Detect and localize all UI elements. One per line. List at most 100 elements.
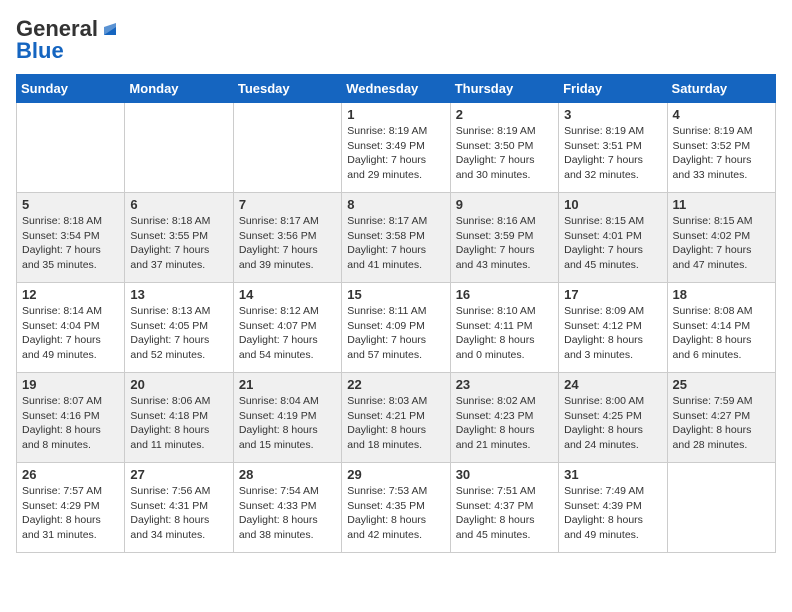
calendar-day-cell: 20Sunrise: 8:06 AM Sunset: 4:18 PM Dayli… <box>125 373 233 463</box>
calendar-weekday-header: Saturday <box>667 75 775 103</box>
day-info: Sunrise: 8:18 AM Sunset: 3:54 PM Dayligh… <box>22 214 119 273</box>
day-number: 30 <box>456 467 553 482</box>
calendar-week-row: 26 Sunrise: 7:57 AM Sunset: 4:29 PM Dayli… <box>17 463 776 553</box>
day-info: Sunrise: 7:56 AM Sunset: 4:31 PM Dayligh… <box>130 484 227 543</box>
day-number: 21 <box>239 377 336 392</box>
day-number: 10 <box>564 197 661 212</box>
day-number: 13 <box>130 287 227 302</box>
calendar-day-cell: 6 Sunrise: 8:18 AM Sunset: 3:55 PM Daylig… <box>125 193 233 283</box>
day-info: Sunrise: 8:11 AM Sunset: 4:09 PM Dayligh… <box>347 304 444 363</box>
calendar-day-cell: 12Sunrise: 8:14 AM Sunset: 4:04 PM Dayli… <box>17 283 125 373</box>
day-number: 23 <box>456 377 553 392</box>
day-number: 7 <box>239 197 336 212</box>
day-info: Sunrise: 7:54 AM Sunset: 4:33 PM Dayligh… <box>239 484 336 543</box>
day-number: 29 <box>347 467 444 482</box>
calendar-week-row: 19 Sunrise: 8:07 AM Sunset: 4:16 PM Dayli… <box>17 373 776 463</box>
day-number: 31 <box>564 467 661 482</box>
calendar-week-row: 1Sunrise: 8:19 AM Sunset: 3:49 PM Daylig… <box>17 103 776 193</box>
day-info: Sunrise: 8:18 AM Sunset: 3:55 PM Dayligh… <box>130 214 227 273</box>
day-number: 19 <box>22 377 119 392</box>
calendar-day-cell: 23 Sunrise: 8:02 AM Sunset: 4:23 PM Dayli… <box>450 373 558 463</box>
day-number: 6 <box>130 197 227 212</box>
day-number: 1 <box>347 107 444 122</box>
calendar-day-cell: 17 Sunrise: 8:09 AM Sunset: 4:12 PM Dayli… <box>559 283 667 373</box>
calendar-day-cell <box>17 103 125 193</box>
day-number: 8 <box>347 197 444 212</box>
calendar-day-cell: 8 Sunrise: 8:17 AM Sunset: 3:58 PM Daylig… <box>342 193 450 283</box>
calendar-day-cell: 19 Sunrise: 8:07 AM Sunset: 4:16 PM Dayli… <box>17 373 125 463</box>
day-number: 26 <box>22 467 119 482</box>
calendar-day-cell: 1Sunrise: 8:19 AM Sunset: 3:49 PM Daylig… <box>342 103 450 193</box>
day-info: Sunrise: 8:00 AM Sunset: 4:25 PM Dayligh… <box>564 394 661 453</box>
calendar-day-cell: 3 Sunrise: 8:19 AM Sunset: 3:51 PM Daylig… <box>559 103 667 193</box>
calendar-weekday-header: Sunday <box>17 75 125 103</box>
day-info: Sunrise: 8:17 AM Sunset: 3:56 PM Dayligh… <box>239 214 336 273</box>
day-number: 5 <box>22 197 119 212</box>
calendar-day-cell: 28 Sunrise: 7:54 AM Sunset: 4:33 PM Dayli… <box>233 463 341 553</box>
calendar-week-row: 12Sunrise: 8:14 AM Sunset: 4:04 PM Dayli… <box>17 283 776 373</box>
day-number: 20 <box>130 377 227 392</box>
calendar-day-cell: 30 Sunrise: 7:51 AM Sunset: 4:37 PM Dayli… <box>450 463 558 553</box>
calendar-day-cell: 25Sunrise: 7:59 AM Sunset: 4:27 PM Dayli… <box>667 373 775 463</box>
day-number: 4 <box>673 107 770 122</box>
calendar-day-cell: 15Sunrise: 8:11 AM Sunset: 4:09 PM Dayli… <box>342 283 450 373</box>
day-info: Sunrise: 8:07 AM Sunset: 4:16 PM Dayligh… <box>22 394 119 453</box>
calendar-day-cell: 11 Sunrise: 8:15 AM Sunset: 4:02 PM Dayli… <box>667 193 775 283</box>
day-info: Sunrise: 8:08 AM Sunset: 4:14 PM Dayligh… <box>673 304 770 363</box>
day-number: 9 <box>456 197 553 212</box>
calendar-day-cell: 26 Sunrise: 7:57 AM Sunset: 4:29 PM Dayli… <box>17 463 125 553</box>
day-info: Sunrise: 8:04 AM Sunset: 4:19 PM Dayligh… <box>239 394 336 453</box>
day-info: Sunrise: 8:02 AM Sunset: 4:23 PM Dayligh… <box>456 394 553 453</box>
calendar-weekday-header: Friday <box>559 75 667 103</box>
calendar-weekday-header: Monday <box>125 75 233 103</box>
calendar-day-cell <box>667 463 775 553</box>
calendar-day-cell: 2Sunrise: 8:19 AM Sunset: 3:50 PM Daylig… <box>450 103 558 193</box>
calendar-day-cell <box>125 103 233 193</box>
day-number: 3 <box>564 107 661 122</box>
calendar-weekday-header: Wednesday <box>342 75 450 103</box>
day-number: 24 <box>564 377 661 392</box>
day-info: Sunrise: 8:17 AM Sunset: 3:58 PM Dayligh… <box>347 214 444 273</box>
day-number: 2 <box>456 107 553 122</box>
calendar-table: SundayMondayTuesdayWednesdayThursdayFrid… <box>16 74 776 553</box>
calendar-week-row: 5 Sunrise: 8:18 AM Sunset: 3:54 PM Daylig… <box>17 193 776 283</box>
calendar-day-cell <box>233 103 341 193</box>
calendar-day-cell: 14 Sunrise: 8:12 AM Sunset: 4:07 PM Dayli… <box>233 283 341 373</box>
day-info: Sunrise: 8:12 AM Sunset: 4:07 PM Dayligh… <box>239 304 336 363</box>
day-info: Sunrise: 7:59 AM Sunset: 4:27 PM Dayligh… <box>673 394 770 453</box>
day-number: 17 <box>564 287 661 302</box>
day-number: 11 <box>673 197 770 212</box>
day-info: Sunrise: 8:13 AM Sunset: 4:05 PM Dayligh… <box>130 304 227 363</box>
logo-blue-text: Blue <box>16 38 64 64</box>
day-info: Sunrise: 7:53 AM Sunset: 4:35 PM Dayligh… <box>347 484 444 543</box>
calendar-day-cell: 7 Sunrise: 8:17 AM Sunset: 3:56 PM Daylig… <box>233 193 341 283</box>
calendar-day-cell: 24 Sunrise: 8:00 AM Sunset: 4:25 PM Dayli… <box>559 373 667 463</box>
day-number: 22 <box>347 377 444 392</box>
calendar-day-cell: 31Sunrise: 7:49 AM Sunset: 4:39 PM Dayli… <box>559 463 667 553</box>
calendar-day-cell: 13 Sunrise: 8:13 AM Sunset: 4:05 PM Dayli… <box>125 283 233 373</box>
day-info: Sunrise: 8:15 AM Sunset: 4:02 PM Dayligh… <box>673 214 770 273</box>
day-info: Sunrise: 7:51 AM Sunset: 4:37 PM Dayligh… <box>456 484 553 543</box>
logo-triangle-icon <box>100 19 120 39</box>
day-info: Sunrise: 7:57 AM Sunset: 4:29 PM Dayligh… <box>22 484 119 543</box>
day-info: Sunrise: 8:15 AM Sunset: 4:01 PM Dayligh… <box>564 214 661 273</box>
day-info: Sunrise: 8:09 AM Sunset: 4:12 PM Dayligh… <box>564 304 661 363</box>
page-header: General Blue <box>16 16 776 64</box>
calendar-day-cell: 9 Sunrise: 8:16 AM Sunset: 3:59 PM Daylig… <box>450 193 558 283</box>
calendar-day-cell: 22 Sunrise: 8:03 AM Sunset: 4:21 PM Dayli… <box>342 373 450 463</box>
day-info: Sunrise: 8:19 AM Sunset: 3:51 PM Dayligh… <box>564 124 661 183</box>
calendar-header-row: SundayMondayTuesdayWednesdayThursdayFrid… <box>17 75 776 103</box>
day-number: 12 <box>22 287 119 302</box>
calendar-day-cell: 4Sunrise: 8:19 AM Sunset: 3:52 PM Daylig… <box>667 103 775 193</box>
day-number: 16 <box>456 287 553 302</box>
day-number: 28 <box>239 467 336 482</box>
day-number: 27 <box>130 467 227 482</box>
calendar-weekday-header: Thursday <box>450 75 558 103</box>
day-info: Sunrise: 8:16 AM Sunset: 3:59 PM Dayligh… <box>456 214 553 273</box>
logo: General Blue <box>16 16 120 64</box>
day-info: Sunrise: 8:10 AM Sunset: 4:11 PM Dayligh… <box>456 304 553 363</box>
day-info: Sunrise: 8:03 AM Sunset: 4:21 PM Dayligh… <box>347 394 444 453</box>
day-number: 18 <box>673 287 770 302</box>
day-number: 14 <box>239 287 336 302</box>
calendar-day-cell: 10 Sunrise: 8:15 AM Sunset: 4:01 PM Dayli… <box>559 193 667 283</box>
